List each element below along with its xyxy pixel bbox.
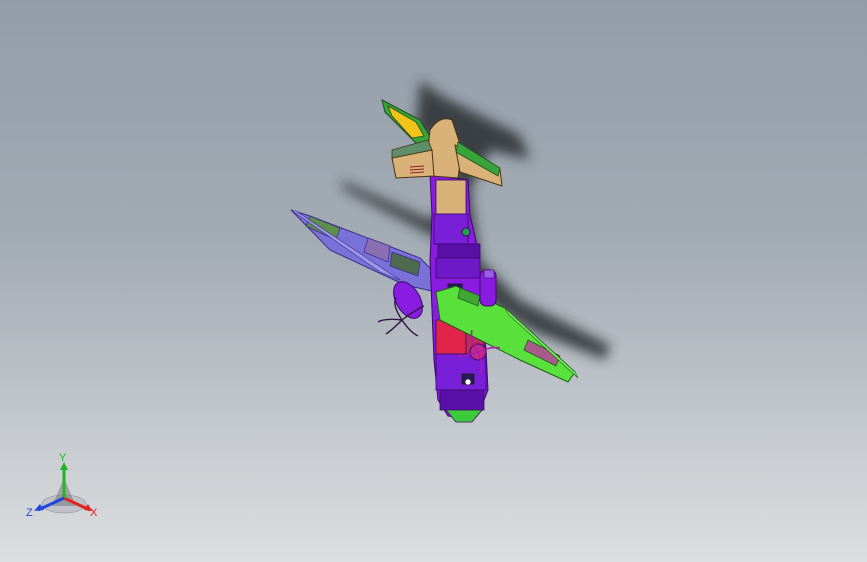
y-axis-label: Y xyxy=(59,452,67,464)
graphics-viewport[interactable]: Y X Z xyxy=(0,0,867,562)
z-axis-label: Z xyxy=(26,507,33,519)
aircraft-model[interactable] xyxy=(0,0,867,562)
x-axis-label: X xyxy=(90,507,98,519)
coordinate-triad[interactable]: Y X Z xyxy=(22,448,106,524)
